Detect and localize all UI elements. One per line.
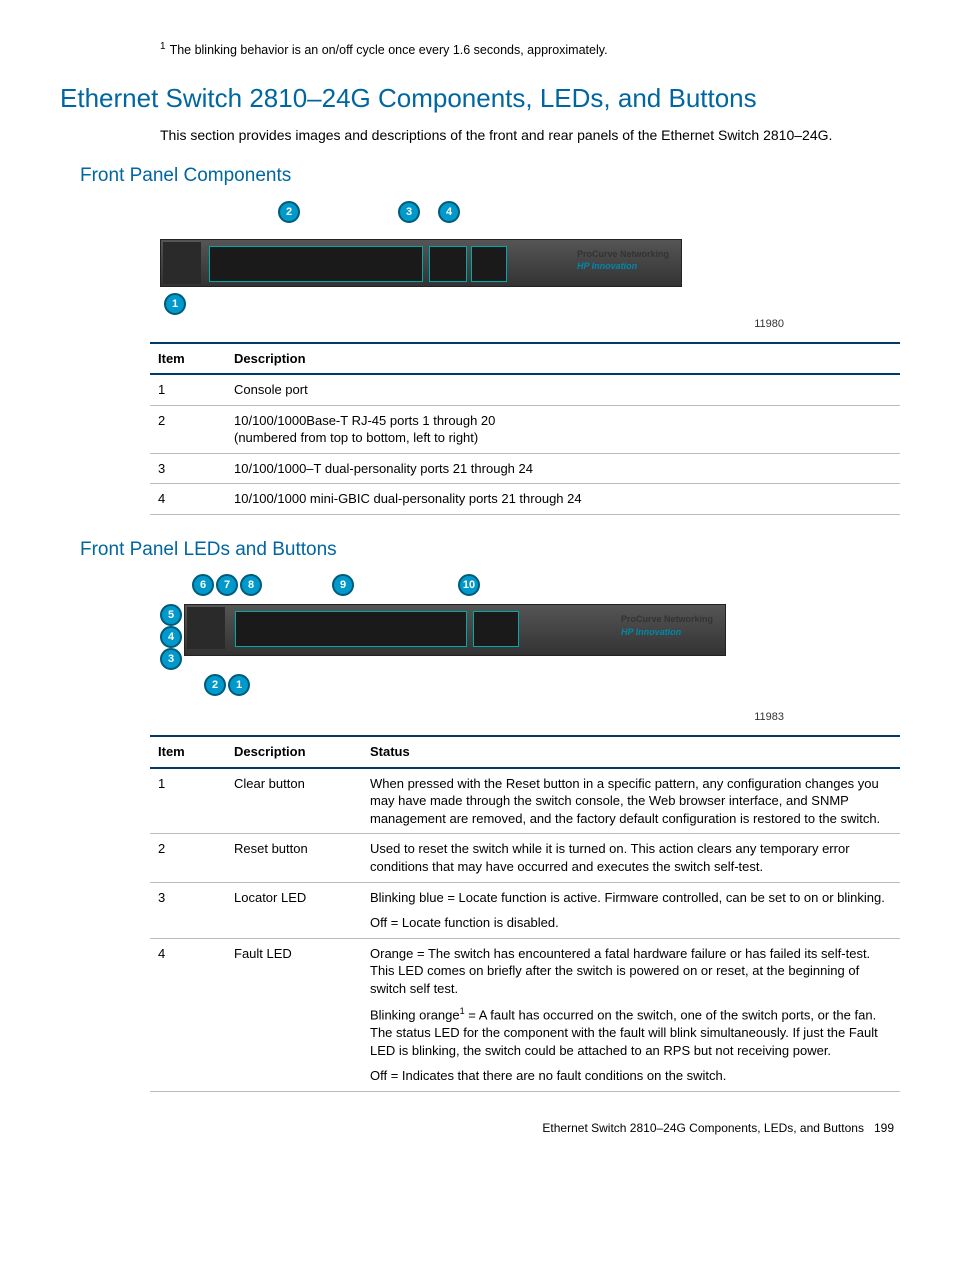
footnote-top: 1The blinking behavior is an on/off cycl… xyxy=(160,40,894,59)
table-row: 310/100/1000–T dual-personality ports 21… xyxy=(150,453,900,484)
table-fplb: Item Description Status 1 Clear button W… xyxy=(150,735,900,1092)
footnote-text: The blinking behavior is an on/off cycle… xyxy=(170,43,608,57)
callout-1: 1 xyxy=(164,293,186,315)
figure-id-fplb: 11983 xyxy=(60,710,784,725)
th-item: Item xyxy=(150,736,226,768)
th-desc: Description xyxy=(226,343,900,375)
callout-9: 9 xyxy=(332,574,354,596)
table-row: 1Console port xyxy=(150,374,900,405)
th-status: Status xyxy=(362,736,900,768)
figure-front-panel-components: 2 3 4 1 ProCurve NetworkingHP Innovation xyxy=(160,201,894,311)
callout-2: 2 xyxy=(278,201,300,223)
switch-chassis-2: ProCurve NetworkingHP Innovation xyxy=(184,604,726,656)
table-row: 410/100/1000 mini-GBIC dual-personality … xyxy=(150,484,900,515)
figure-front-panel-leds: 6 7 8 9 10 5 4 3 2 1 ProCurve Networking… xyxy=(160,574,894,704)
page-title: Ethernet Switch 2810–24G Components, LED… xyxy=(60,81,894,116)
callout-1b: 1 xyxy=(228,674,250,696)
heading-fplb: Front Panel LEDs and Buttons xyxy=(80,537,894,563)
intro-paragraph: This section provides images and descrip… xyxy=(160,126,894,145)
callout-3: 3 xyxy=(398,201,420,223)
callout-10: 10 xyxy=(458,574,480,596)
callout-3b: 3 xyxy=(160,648,182,670)
callout-2b: 2 xyxy=(204,674,226,696)
page-number: 199 xyxy=(874,1121,894,1135)
callout-5: 5 xyxy=(160,604,182,626)
table-row: 4 Fault LED Orange = The switch has enco… xyxy=(150,938,900,1091)
callout-7: 7 xyxy=(216,574,238,596)
table-row: 3 Locator LED Blinking blue = Locate fun… xyxy=(150,882,900,938)
figure-id-fpc: 11980 xyxy=(60,317,784,332)
footer-text: Ethernet Switch 2810–24G Components, LED… xyxy=(542,1121,864,1135)
th-desc: Description xyxy=(226,736,362,768)
callout-8: 8 xyxy=(240,574,262,596)
heading-fpc: Front Panel Components xyxy=(80,163,894,189)
switch-chassis: ProCurve NetworkingHP Innovation xyxy=(160,239,682,287)
table-row: 2 Reset button Used to reset the switch … xyxy=(150,834,900,882)
table-row: 1 Clear button When pressed with the Res… xyxy=(150,768,900,834)
th-item: Item xyxy=(150,343,226,375)
page-footer: Ethernet Switch 2810–24G Components, LED… xyxy=(60,1120,894,1136)
callout-4b: 4 xyxy=(160,626,182,648)
table-row: 210/100/1000Base-T RJ-45 ports 1 through… xyxy=(150,405,900,453)
callout-4: 4 xyxy=(438,201,460,223)
callout-6: 6 xyxy=(192,574,214,596)
table-fpc: Item Description 1Console port 210/100/1… xyxy=(150,342,900,515)
